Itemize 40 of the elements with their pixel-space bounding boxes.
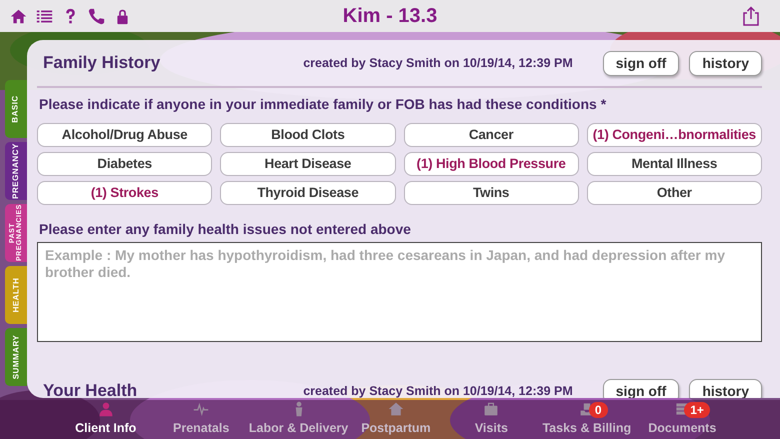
home-icon[interactable] [10, 8, 27, 24]
notes-label: Please enter any family health issues not entered above [38, 220, 412, 239]
window-title: Kim - 13.3 [342, 5, 438, 27]
count-badge: 1+ [684, 402, 710, 418]
share-icon[interactable] [741, 6, 761, 26]
menu-icon[interactable] [36, 8, 53, 24]
condition-button[interactable]: (1) Congeni…bnormalities [586, 123, 762, 147]
heartbeat-icon [193, 401, 210, 418]
tab-bar-item[interactable]: Client Info [58, 400, 154, 439]
condition-button[interactable]: Other [586, 181, 762, 205]
medical-bag-icon [483, 401, 500, 418]
created-by-text: created by Stacy Smith on 10/19/14, 12:39 PM [303, 382, 573, 398]
condition-button[interactable]: (1) Strokes [37, 181, 212, 205]
condition-button[interactable]: Heart Disease [220, 152, 396, 176]
panel-button[interactable]: history [689, 50, 762, 76]
question-text: Please indicate if anyone in your immediate family or FOB has had these conditions * [38, 95, 608, 114]
person-icon [98, 401, 114, 418]
panel-button[interactable]: sign off [602, 50, 680, 76]
house-icon [388, 401, 404, 418]
condition-button[interactable]: Mental Illness [586, 152, 762, 176]
side-tab[interactable]: SUMMARY [5, 328, 27, 386]
condition-button[interactable]: Cancer [404, 123, 579, 147]
condition-button[interactable]: Blood Clots [220, 123, 396, 147]
side-tab[interactable]: PREGNANCY [5, 142, 27, 200]
created-by-text: created by Stacy Smith on 10/19/14, 12:39 PM [303, 54, 573, 72]
tab-bar-item[interactable]: Visits [444, 400, 540, 439]
tab-bar-item[interactable]: Tasks & Billing 0 [539, 400, 635, 439]
condition-button[interactable]: Alcohol/Drug Abuse [37, 123, 212, 147]
condition-button[interactable]: Thyroid Disease [220, 181, 396, 205]
section-title: Family History [43, 52, 160, 74]
side-tab[interactable]: BASIC [5, 80, 27, 138]
phone-icon[interactable] [88, 8, 105, 24]
tab-bar-item[interactable]: Documents 1+ [634, 400, 730, 439]
section-title: Your Health [43, 380, 138, 398]
condition-button[interactable]: (1) High Blood Pressure [404, 152, 579, 176]
condition-button[interactable]: Twins [404, 181, 579, 205]
condition-button[interactable]: Diabetes [37, 152, 212, 176]
notes-field[interactable]: Example : My mother has hypothyroidism, had three cesareans in Japan, and had depression after my brother died. [37, 242, 762, 342]
tab-bar-item[interactable]: Prenatals [153, 400, 249, 439]
tab-bar-item[interactable]: Labor & Delivery [248, 400, 348, 439]
